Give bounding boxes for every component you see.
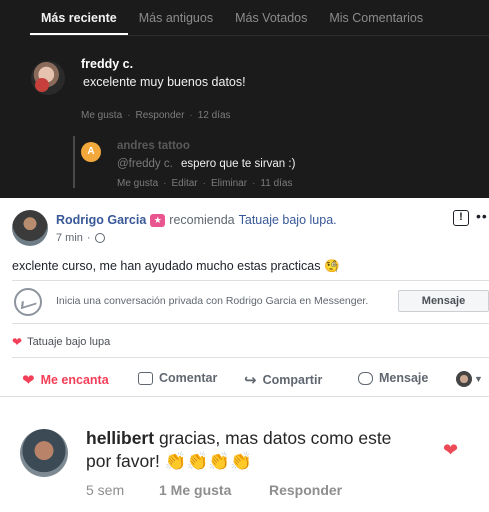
post-actions: ❤ Me encanta Comentar ↪ Compartir Mensaj… (0, 364, 489, 394)
heart-icon: ❤ (12, 335, 23, 349)
comment-meta: 5 sem 1 Me gusta Responder (86, 482, 342, 498)
reply-time: 11 días (260, 178, 293, 189)
message-button[interactable]: Mensaje (358, 371, 428, 385)
comment-line: hellibert gracias, mas datos como este (86, 428, 391, 449)
comment-button[interactable]: Comentar (138, 371, 217, 385)
share-button[interactable]: ↪ Compartir (244, 371, 322, 389)
reply-thread-line (73, 136, 75, 188)
facebook-post: Rodrigo Garcia ★ recomienda Tatuaje bajo… (0, 198, 489, 398)
comment-label: Comentar (159, 371, 218, 385)
chevron-down-icon[interactable]: ▼ (474, 374, 483, 384)
heart-icon[interactable]: ❤ (443, 440, 458, 461)
globe-icon (94, 233, 105, 243)
messenger-button[interactable]: Mensaje (398, 290, 489, 312)
comment-text-continued: por favor! 👏👏👏👏 (86, 451, 252, 471)
separator: · (252, 178, 256, 189)
share-icon: ↪ (244, 372, 257, 389)
post-time: 7 min · (56, 232, 105, 244)
edit-link[interactable]: Editar (171, 178, 197, 189)
comment-icon (138, 371, 153, 385)
separator: · (127, 110, 131, 121)
page-link[interactable]: Tatuaje bajo lupa. (239, 213, 337, 227)
reacted-page: Tatuaje bajo lupa (27, 336, 111, 348)
comment-username[interactable]: hellibert (86, 428, 154, 448)
comment-meta: Me gusta · Responder · 12 días (81, 110, 231, 121)
reply-button[interactable]: Responder (269, 482, 342, 498)
reaction-summary[interactable]: ❤ Tatuaje bajo lupa (12, 335, 110, 349)
separator: · (202, 178, 206, 189)
message-icon (358, 371, 373, 385)
avatar[interactable]: A (81, 142, 101, 162)
avatar[interactable] (12, 210, 48, 246)
tab-most-recent[interactable]: Más reciente (30, 7, 128, 35)
avatar[interactable] (20, 429, 68, 477)
tabs-divider (30, 35, 489, 36)
comment-sort-tabs: Más reciente Más antiguos Más Votados Mi… (30, 7, 434, 35)
reply-author[interactable]: andres tattoo (117, 140, 190, 152)
love-button[interactable]: ❤ Me encanta (22, 371, 109, 389)
reply-mention[interactable]: @freddy c. (117, 158, 173, 170)
comment-text: excelente muy buenos datos! (83, 75, 246, 89)
separator: · (189, 110, 193, 121)
post-timestamp[interactable]: 7 min (56, 232, 83, 244)
post-text: exclente curso, me han ayudado mucho est… (12, 259, 340, 273)
comment-author[interactable]: freddy c. (81, 57, 133, 71)
messenger-prompt-text: Inicia una conversación privada con Rodr… (56, 295, 369, 307)
comment-time: 12 días (197, 110, 231, 121)
comment-text: gracias, mas datos como este (158, 428, 392, 448)
message-label: Mensaje (379, 371, 429, 385)
comment-time: 5 sem (86, 482, 125, 498)
separator: · (163, 178, 167, 189)
divider (12, 357, 489, 358)
like-link[interactable]: Me gusta (117, 178, 158, 189)
reply-text: espero que te sirvan :) (181, 158, 296, 170)
messenger-prompt: Inicia una conversación privada con Rodr… (12, 280, 489, 324)
separator: · (86, 232, 91, 244)
post-author[interactable]: Rodrigo Garcia (56, 213, 146, 227)
likes-count[interactable]: 1 Me gusta (159, 482, 269, 498)
badge-icon: ★ (150, 213, 166, 227)
share-label: Compartir (262, 373, 323, 387)
reply-link[interactable]: Responder (135, 110, 184, 121)
messenger-icon (14, 288, 42, 316)
tab-oldest[interactable]: Más antiguos (128, 7, 224, 35)
tab-my-comments[interactable]: Mis Comentarios (318, 7, 434, 35)
tab-most-voted[interactable]: Más Votados (224, 7, 318, 35)
love-label: Me encanta (40, 373, 109, 387)
avatar[interactable] (456, 371, 472, 387)
divider (0, 396, 489, 397)
flag-icon[interactable]: ! (453, 210, 469, 226)
post-verb: recomienda (169, 213, 235, 227)
comments-panel: Más reciente Más antiguos Más Votados Mi… (0, 0, 489, 198)
delete-link[interactable]: Eliminar (211, 178, 247, 189)
more-options-icon[interactable]: •• (476, 208, 488, 224)
instagram-comment: hellibert gracias, mas datos como este p… (0, 398, 489, 512)
like-link[interactable]: Me gusta (81, 110, 122, 121)
reply-meta: Me gusta · Editar · Eliminar · 11 días (117, 178, 292, 189)
avatar[interactable] (31, 61, 65, 95)
heart-icon: ❤ (22, 372, 35, 389)
post-header: Rodrigo Garcia ★ recomienda Tatuaje bajo… (56, 213, 337, 227)
